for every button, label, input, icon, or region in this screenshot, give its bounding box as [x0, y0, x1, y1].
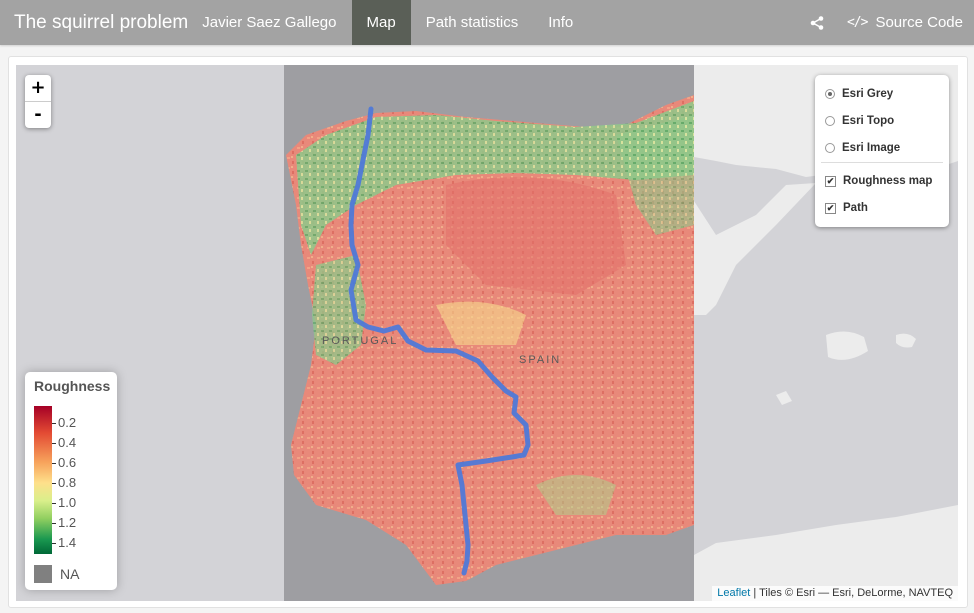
layer-label: Esri Image [842, 142, 901, 154]
tab-info[interactable]: Info [533, 0, 588, 45]
checkbox-path[interactable]: ✔ [825, 202, 836, 214]
layer-label: Esri Topo [842, 115, 895, 127]
legend-tick [52, 503, 56, 504]
layer-esri-image[interactable]: Esri Image [825, 142, 900, 154]
leaflet-map[interactable]: PORTUGAL SPAIN + - Esri Grey Esri Topo E… [16, 65, 958, 601]
roughness-legend: Roughness 0.2 0.4 0.6 0.8 1.0 1.2 1.4 NA [25, 372, 117, 590]
layer-control: Esri Grey Esri Topo Esri Image ✔ Roughne… [815, 75, 949, 227]
spain-label: SPAIN [519, 354, 562, 366]
leaflet-link[interactable]: Leaflet [717, 587, 750, 599]
layer-path[interactable]: ✔ Path [825, 202, 868, 214]
radio-esri-image[interactable] [825, 143, 835, 153]
legend-tick-label: 1.2 [58, 515, 77, 530]
source-code-label: Source Code [875, 14, 963, 31]
app-title[interactable]: The squirrel problem [0, 0, 202, 45]
legend-tick [52, 423, 56, 424]
legend-tick [52, 463, 56, 464]
layer-esri-topo[interactable]: Esri Topo [825, 115, 894, 127]
layer-separator [821, 162, 943, 163]
legend-tick-label: 0.2 [58, 415, 77, 430]
legend-tick-label: 0.8 [58, 475, 77, 490]
legend-tick [52, 483, 56, 484]
layer-label: Path [843, 202, 868, 214]
legend-title: Roughness [34, 378, 111, 394]
source-code-link[interactable]: </> Source Code [837, 0, 974, 45]
radio-esri-topo[interactable] [825, 116, 835, 126]
legend-tick-label: 0.6 [58, 455, 77, 470]
tab-map[interactable]: Map [351, 0, 411, 45]
share-icon [810, 15, 824, 30]
na-swatch [34, 565, 52, 583]
share-button[interactable] [797, 0, 837, 45]
legend-tick-label: 1.4 [58, 535, 77, 550]
radio-esri-grey[interactable] [825, 89, 835, 99]
legend-tick-label: 1.0 [58, 495, 77, 510]
color-ramp [34, 406, 52, 554]
layer-esri-grey[interactable]: Esri Grey [825, 88, 893, 100]
navbar-right: </> Source Code [797, 0, 974, 45]
checkbox-roughness-map[interactable]: ✔ [825, 175, 836, 187]
zoom-out-button[interactable]: - [25, 102, 51, 128]
attribution-text: | Tiles © Esri — Esri, DeLorme, NAVTEQ [750, 587, 953, 599]
legend-tick-label: 0.4 [58, 435, 77, 450]
map-attribution: Leaflet | Tiles © Esri — Esri, DeLorme, … [712, 586, 958, 601]
code-icon: </> [846, 15, 869, 30]
zoom-in-button[interactable]: + [25, 75, 51, 102]
na-label: NA [60, 566, 80, 582]
navbar: The squirrel problem Javier Saez Gallego… [0, 0, 974, 45]
layer-label: Esri Grey [842, 88, 894, 100]
author-name: Javier Saez Gallego [202, 14, 337, 31]
layer-label: Roughness map [843, 175, 933, 187]
tab-path-statistics[interactable]: Path statistics [411, 0, 534, 45]
zoom-control: + - [25, 75, 51, 128]
portugal-label: PORTUGAL [322, 335, 399, 347]
legend-tick [52, 443, 56, 444]
legend-tick [52, 523, 56, 524]
legend-tick [52, 543, 56, 544]
layer-roughness-map[interactable]: ✔ Roughness map [825, 175, 932, 187]
